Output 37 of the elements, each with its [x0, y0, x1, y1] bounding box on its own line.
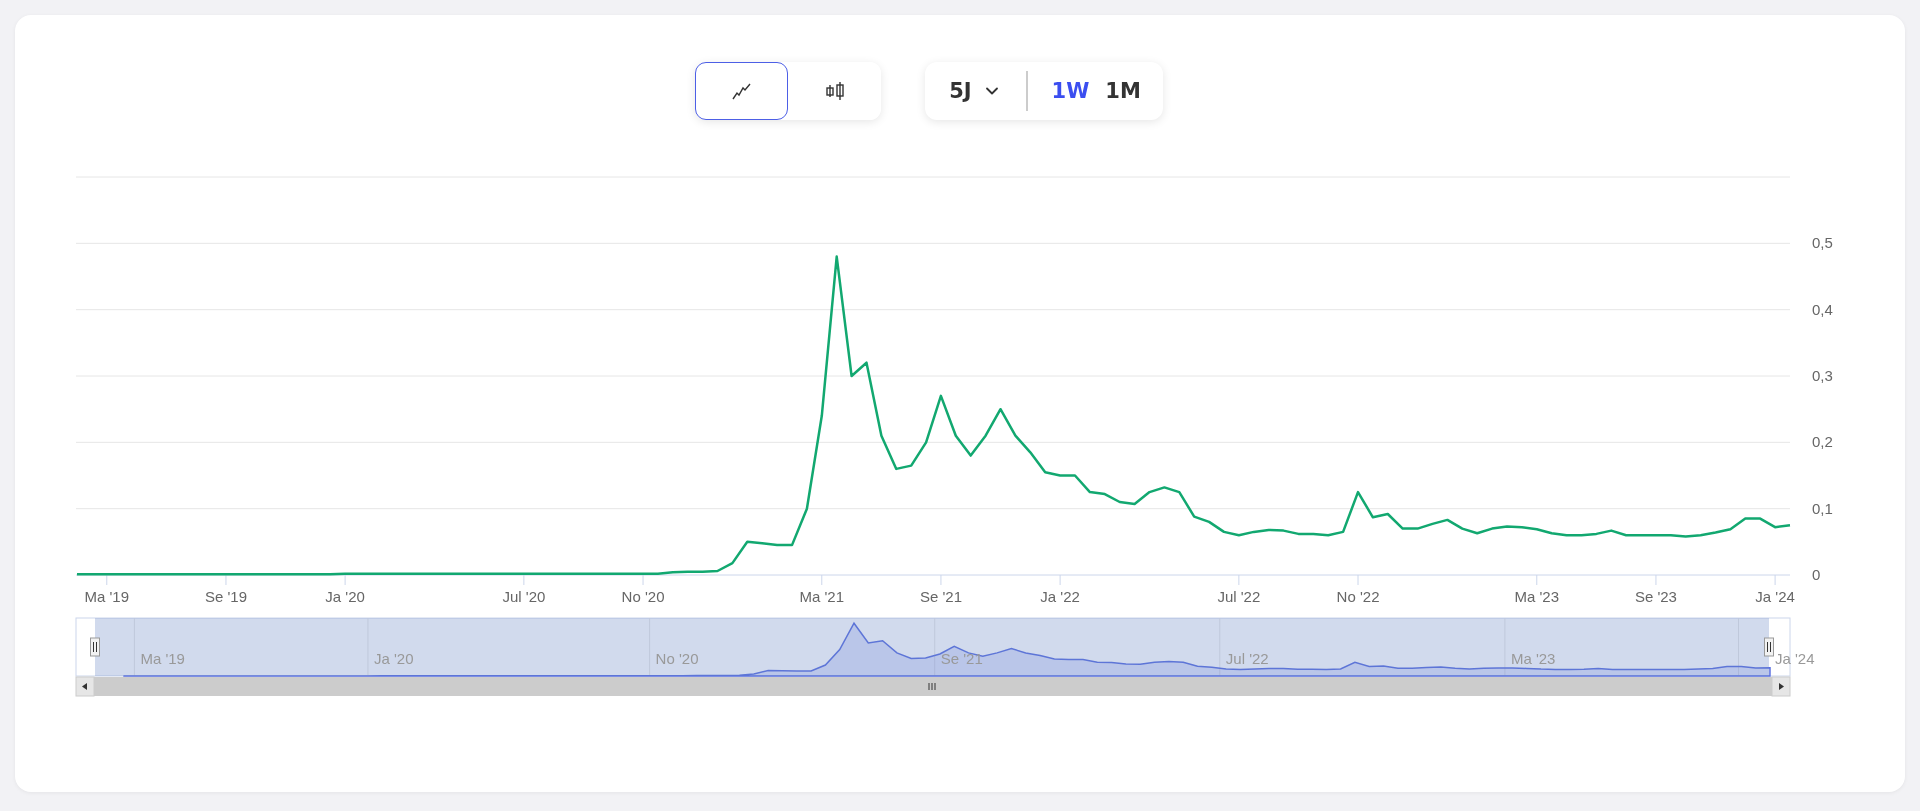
- chart-type-button[interactable]: [695, 62, 789, 120]
- x-axis-label: Ja '20: [325, 588, 365, 605]
- range-dropdown[interactable]: 5J: [925, 62, 1026, 120]
- navigator-handle[interactable]: [1764, 637, 1774, 657]
- y-axis-label: 0,2: [1812, 433, 1833, 451]
- navigator-label: Ma '19: [140, 650, 185, 667]
- x-axis-label: Se '23: [1634, 588, 1677, 605]
- x-axis-label: Ma '23: [1514, 588, 1560, 605]
- x-axis-label: Ja '22: [1040, 588, 1080, 605]
- scrollbar-thumb[interactable]: [94, 677, 1772, 696]
- y-axis-label: 0: [1812, 566, 1821, 583]
- x-axis-label: No '20: [621, 588, 665, 605]
- candlestick-icon: [823, 80, 846, 102]
- scroll-left-button[interactable]: [75, 676, 95, 697]
- navigator-label: Jul '22: [1225, 650, 1269, 667]
- y-axis-label: 0,4: [1812, 300, 1833, 318]
- x-axis-label: Se '19: [204, 588, 247, 605]
- grip-icon: [928, 682, 936, 691]
- scroll-right-button[interactable]: [1771, 676, 1791, 697]
- x-axis-label: Se '21: [919, 588, 962, 605]
- x-axis-label: Jul '22: [1217, 588, 1261, 605]
- navigator-label: Ja '24: [1775, 650, 1815, 667]
- navigator-label: Se '21: [940, 650, 983, 667]
- x-axis-label: Ma '21: [799, 588, 845, 605]
- interval-button[interactable]: 1W: [1043, 62, 1098, 120]
- y-axis-label: 0,1: [1812, 499, 1833, 517]
- navigator-handle[interactable]: [90, 637, 100, 657]
- x-axis-label: Jul '20: [502, 588, 546, 605]
- y-axis-label: 0,5: [1812, 234, 1833, 252]
- navigator-label: Ma '23: [1510, 650, 1556, 667]
- x-axis-label: Ja '24: [1755, 588, 1795, 605]
- navigator-label: Ja '20: [373, 650, 414, 667]
- x-axis-label: Ma '19: [84, 588, 130, 605]
- x-axis-label: No '22: [1336, 588, 1380, 605]
- interval-button[interactable]: 1M: [1097, 62, 1149, 120]
- y-axis-label: 0,3: [1812, 367, 1833, 384]
- navigator-label: No '20: [655, 650, 699, 667]
